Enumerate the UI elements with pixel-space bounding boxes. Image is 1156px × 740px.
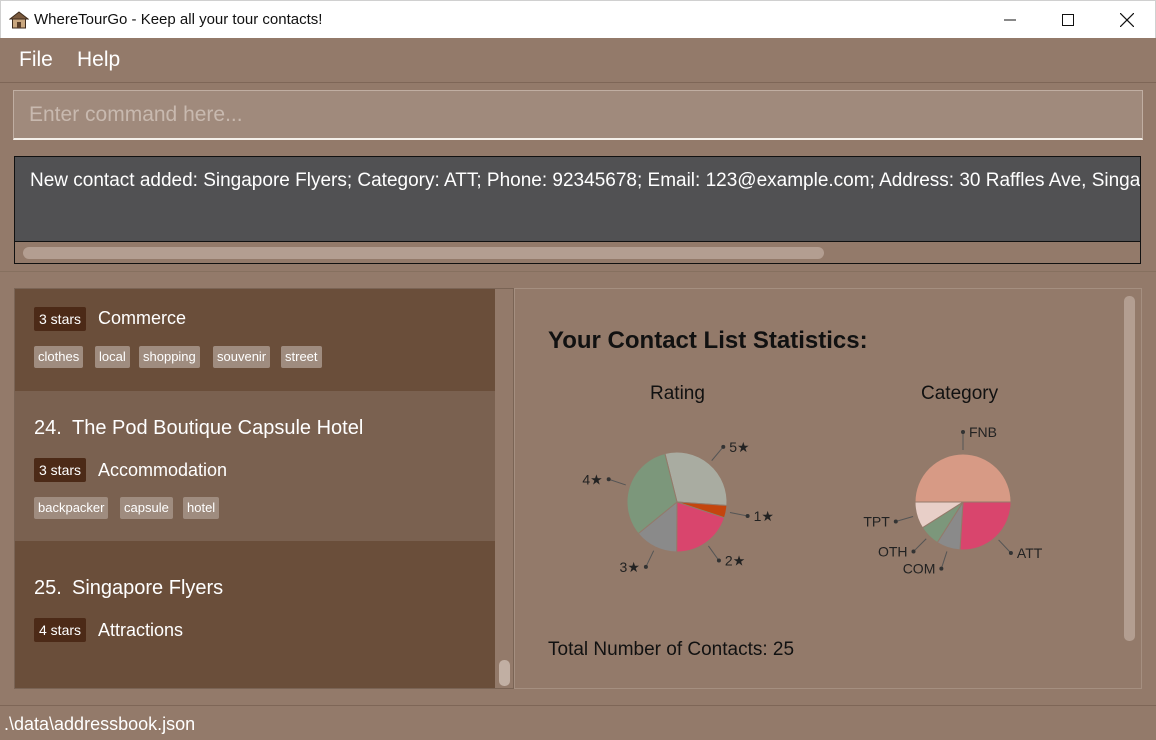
contact-index: 25. <box>34 577 62 599</box>
pie-label: 4★ <box>582 471 602 487</box>
contact-card[interactable]: 25. Singapore Flyers 4 stars Attractions <box>15 541 495 688</box>
pie-leader-line <box>645 550 655 568</box>
tag: capsule <box>120 497 173 519</box>
category-label: Accommodation <box>98 460 228 480</box>
menu-help[interactable]: Help <box>77 48 120 72</box>
pie-label: 2★ <box>725 553 745 569</box>
pie-label-dot <box>1008 551 1013 556</box>
contact-name: Singapore Flyers <box>72 577 224 599</box>
contact-card[interactable]: 3 stars Commerce clothes local shopping … <box>15 289 495 391</box>
total-contacts: Total Number of Contacts: 25 <box>548 639 795 660</box>
pie-slice-FNB <box>914 453 1012 503</box>
list-vertical-scrollbar[interactable] <box>495 289 513 688</box>
pie-label: OTH <box>878 543 908 559</box>
close-button[interactable] <box>1098 1 1156 39</box>
statistics-heading: Your Contact List Statistics: <box>548 327 868 354</box>
title-bar: WhereTourGo - Keep all your tour contact… <box>0 0 1156 38</box>
statistics-vertical-scrollbar[interactable] <box>1121 292 1137 688</box>
file-path: .\data\addressbook.json <box>4 714 196 734</box>
window-title: WhereTourGo - Keep all your tour contact… <box>34 11 323 28</box>
pie-leader-line <box>895 516 914 523</box>
pie-label-dot <box>721 444 726 449</box>
pie-leader-line <box>711 446 724 461</box>
pie-label-dot <box>911 549 916 554</box>
scrollbar-thumb[interactable] <box>1124 296 1135 641</box>
tag: hotel <box>183 497 220 519</box>
menu-file[interactable]: File <box>19 48 53 72</box>
pie-label: 5★ <box>729 439 749 455</box>
pie-label-dot <box>939 566 944 571</box>
tag: shopping <box>139 346 200 368</box>
pie-label: 3★ <box>620 559 640 575</box>
category-pie-chart: FNB ATT COM OTH TPT <box>863 424 1043 577</box>
pie-label-dot <box>745 513 750 518</box>
pie-leader-line <box>998 539 1012 554</box>
result-display: New contact added: Singapore Flyers; Cat… <box>14 156 1141 264</box>
tag: local <box>95 346 130 368</box>
maximize-button[interactable] <box>1039 1 1097 39</box>
contact-name: The Pod Boutique Capsule Hotel <box>72 417 364 439</box>
pie-label: TPT <box>863 514 890 530</box>
category-label: Attractions <box>98 620 184 640</box>
pie-leader-line <box>608 478 626 486</box>
rating-pie-chart: 5★ 1★ 2★ 3★ 4★ <box>582 439 774 575</box>
menu-bar: File Help <box>0 38 1156 83</box>
rating-chart-title: Rating <box>650 383 705 404</box>
scrollbar-thumb[interactable] <box>23 247 824 259</box>
pie-leader-line <box>708 545 720 561</box>
minimize-icon <box>1004 19 1016 21</box>
result-horizontal-scrollbar[interactable] <box>15 241 1140 263</box>
contact-index: 24. <box>34 417 62 439</box>
pie-label: ATT <box>1017 545 1043 561</box>
status-bar: .\data\addressbook.json <box>0 705 1156 740</box>
tag: backpacker <box>34 497 109 519</box>
pie-label-dot <box>643 564 648 569</box>
contact-card[interactable]: 24. The Pod Boutique Capsule Hotel 3 sta… <box>15 391 495 541</box>
pie-slice-ATT <box>959 501 1012 551</box>
pie-label: COM <box>903 561 936 577</box>
command-box <box>13 90 1143 140</box>
pie-leader-line <box>729 511 748 517</box>
pie-label-dot <box>606 477 611 482</box>
contact-list[interactable]: 3 stars Commerce clothes local shopping … <box>14 288 514 689</box>
category-chart-title: Category <box>921 383 999 404</box>
app-house-icon <box>9 11 29 29</box>
pie-label: FNB <box>969 424 997 440</box>
maximize-icon <box>1062 14 1074 26</box>
tag: clothes <box>34 346 84 368</box>
rating-badge: 4 stars <box>34 618 87 642</box>
rating-badge: 3 stars <box>34 458 87 482</box>
tag: street <box>281 346 322 368</box>
pie-label: 1★ <box>754 508 774 524</box>
pie-label-dot <box>961 430 965 434</box>
rating-badge: 3 stars <box>34 307 87 331</box>
command-input[interactable] <box>14 91 1142 138</box>
pie-leader-line <box>940 551 948 569</box>
category-label: Commerce <box>98 308 187 328</box>
pie-label-dot <box>716 558 721 563</box>
result-text: New contact added: Singapore Flyers; Cat… <box>30 170 1141 191</box>
statistics-panel: Your Contact List Statistics: Rating Cat… <box>514 288 1142 689</box>
minimize-button[interactable] <box>981 1 1039 39</box>
scrollbar-thumb[interactable] <box>499 660 510 686</box>
tag: souvenir <box>213 346 271 368</box>
close-icon <box>1120 13 1134 27</box>
pie-label-dot <box>893 519 898 524</box>
pie-leader-line <box>913 538 927 552</box>
divider <box>0 271 1156 272</box>
